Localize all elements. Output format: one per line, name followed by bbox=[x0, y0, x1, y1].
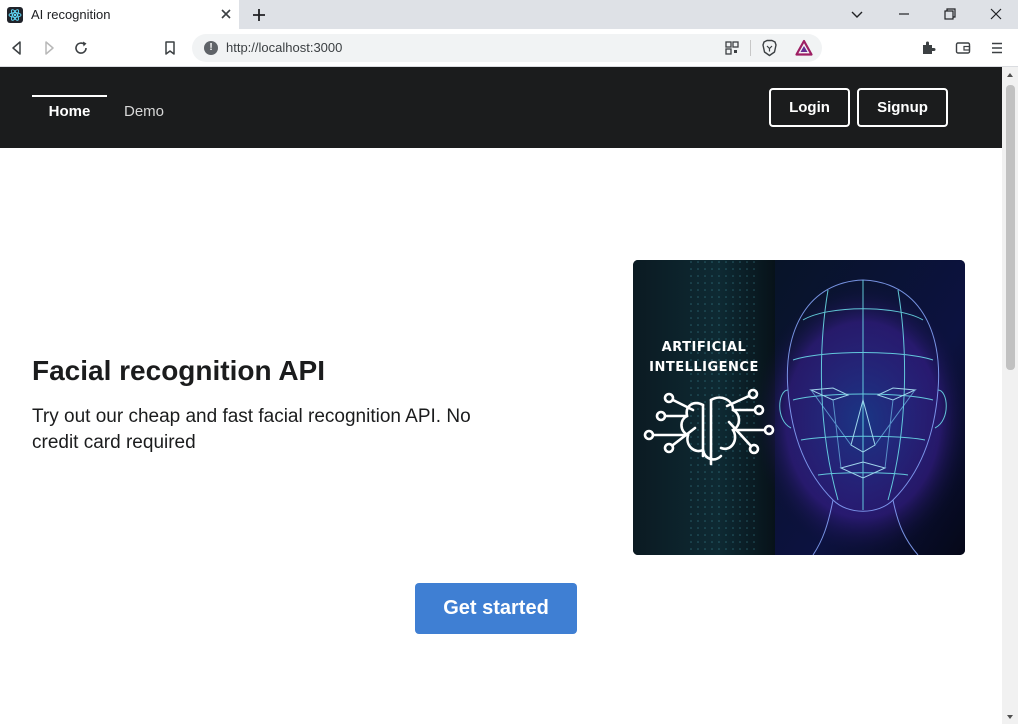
image-caption-line2: INTELLIGENCE bbox=[649, 360, 759, 375]
restore-icon[interactable] bbox=[942, 6, 958, 22]
plus-icon[interactable] bbox=[250, 6, 268, 24]
page-scrollbar[interactable] bbox=[1002, 67, 1018, 724]
back-icon[interactable] bbox=[8, 39, 26, 57]
hero-title: Facial recognition API bbox=[32, 355, 326, 386]
browser-tab[interactable]: AI recognition bbox=[0, 0, 239, 29]
chevron-down-icon[interactable] bbox=[849, 6, 865, 22]
brave-shield-icon[interactable] bbox=[761, 39, 778, 57]
close-icon[interactable] bbox=[219, 7, 233, 21]
active-underline bbox=[32, 95, 107, 97]
reload-icon[interactable] bbox=[72, 39, 90, 57]
tab-title: AI recognition bbox=[31, 7, 111, 22]
forward-icon[interactable] bbox=[40, 39, 58, 57]
hero-image: ARTIFICIAL INTELLIGENCE bbox=[633, 260, 965, 555]
bookmark-icon[interactable] bbox=[161, 39, 179, 57]
separator bbox=[750, 40, 751, 56]
url-text[interactable]: http://localhost:3000 bbox=[226, 40, 342, 55]
scroll-down-icon[interactable] bbox=[1006, 713, 1014, 721]
signup-button[interactable]: Signup bbox=[857, 88, 948, 127]
scroll-thumb[interactable] bbox=[1006, 85, 1015, 370]
extensions-icon[interactable] bbox=[920, 39, 938, 57]
nav-item-home[interactable]: Home bbox=[32, 67, 107, 120]
info-icon[interactable]: ! bbox=[204, 41, 218, 55]
get-started-button[interactable]: Get started bbox=[415, 583, 577, 634]
react-favicon-icon bbox=[7, 7, 23, 23]
site-navbar: Home Demo Login Signup bbox=[0, 67, 1002, 148]
minimize-icon[interactable] bbox=[896, 6, 912, 22]
login-button[interactable]: Login bbox=[769, 88, 850, 127]
page-viewport: Home Demo Login Signup Facial recognitio… bbox=[0, 67, 1002, 724]
browser-toolbar: ! http://localhost:3000 bbox=[0, 29, 1018, 67]
close-window-icon[interactable] bbox=[988, 6, 1004, 22]
hero-description: Try out our cheap and fast facial recogn… bbox=[32, 406, 471, 453]
bat-rewards-icon[interactable] bbox=[795, 39, 813, 57]
ai-face-illustration bbox=[633, 260, 965, 555]
qr-code-icon[interactable] bbox=[724, 40, 740, 56]
nav-item-demo[interactable]: Demo bbox=[124, 103, 164, 120]
tab-strip: AI recognition bbox=[0, 0, 1018, 29]
image-caption-line1: ARTIFICIAL bbox=[661, 340, 747, 355]
wallet-icon[interactable] bbox=[954, 39, 972, 57]
menu-icon[interactable] bbox=[988, 39, 1006, 57]
scroll-up-icon[interactable] bbox=[1006, 71, 1014, 79]
nav-home-label: Home bbox=[48, 103, 91, 120]
address-bar[interactable]: ! http://localhost:3000 bbox=[192, 34, 822, 62]
